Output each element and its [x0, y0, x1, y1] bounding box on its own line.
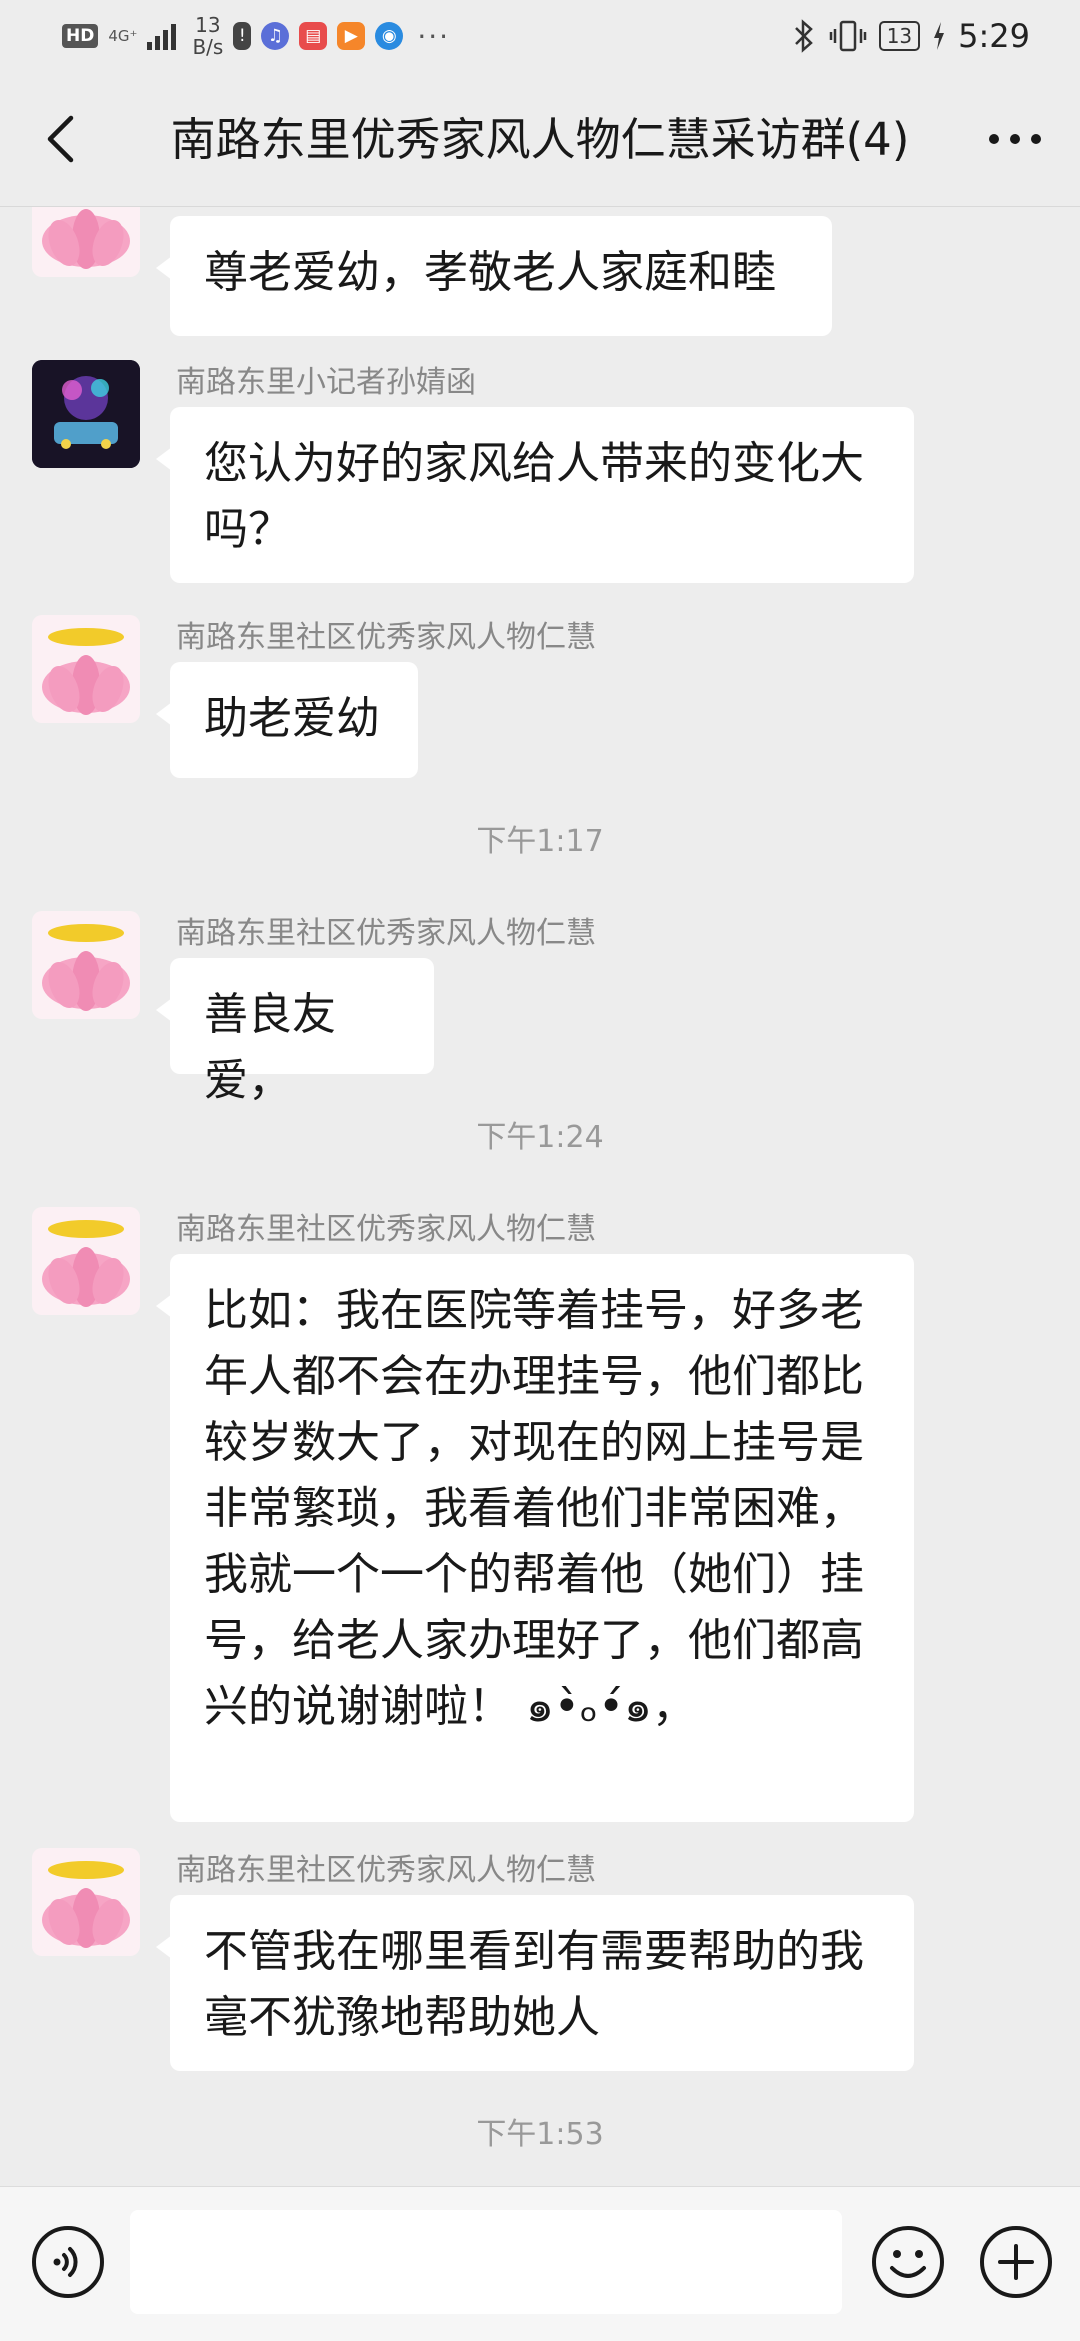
avatar[interactable] [32, 207, 140, 277]
avatar[interactable] [32, 1848, 140, 1956]
lotus-avatar-icon [32, 207, 140, 277]
smiley-icon [872, 2226, 944, 2298]
timestamp: 下午1:53 [476, 2117, 604, 2152]
sender-name: 南路东里社区优秀家风人物仁慧 [176, 916, 596, 951]
lotus-avatar-icon [32, 615, 140, 723]
bluetooth-icon [794, 19, 813, 53]
sender-name: 南路东里小记者孙婧函 [176, 365, 476, 400]
sender-name: 南路东里社区优秀家风人物仁慧 [176, 1853, 596, 1888]
message-bubble[interactable]: 尊老爱幼，孝敬老人家庭和睦 [156, 216, 832, 336]
book-app-icon: ▤ [299, 22, 328, 50]
timestamp: 下午1:17 [476, 824, 604, 859]
battery-icon: 13 [878, 21, 921, 51]
more-options-button[interactable] [980, 107, 1050, 171]
avatar[interactable] [32, 615, 140, 723]
vibrate-icon [829, 20, 866, 52]
add-attachment-button[interactable] [978, 2224, 1054, 2300]
avatar[interactable] [32, 360, 140, 468]
message-bubble[interactable]: 不管我在哪里看到有需要帮助的我毫不犹豫地帮助她人 [156, 1895, 914, 2071]
lotus-avatar-icon [32, 1207, 140, 1315]
sender-name: 南路东里社区优秀家风人物仁慧 [176, 1212, 596, 1247]
sim-alert-icon: ! [233, 22, 252, 50]
night-scene-avatar-icon [32, 360, 140, 468]
emoji-button[interactable] [870, 2224, 946, 2300]
signal-icon [147, 22, 177, 50]
avatar[interactable] [32, 911, 140, 1019]
network-type: 4G⁺ [108, 26, 138, 45]
status-bar: HD 4G⁺ 13 B/s ! ♫ ▤ ▶ ◉ ··· 13 5:29 [0, 0, 1080, 72]
timestamp: 下午1:24 [476, 1120, 604, 1155]
plus-icon [980, 2226, 1052, 2298]
lotus-avatar-icon [32, 911, 140, 1019]
lotus-avatar-icon [32, 1848, 140, 1956]
message-bubble[interactable]: 助老爱幼 [156, 662, 418, 778]
message-list[interactable]: 尊老爱幼，孝敬老人家庭和睦 南路东里小记者孙婧函 您认为好的家风给人带来的变化大… [0, 207, 1080, 2185]
message-bubble[interactable]: 比如：我在医院等着挂号，好多老年人都不会在办理挂号，他们都比较岁数大了，对现在的… [156, 1254, 914, 1822]
browser-app-icon: ◉ [375, 22, 404, 50]
chat-title: 南路东里优秀家风人物仁慧采访群(4) [170, 113, 910, 166]
message-bubble[interactable]: 您认为好的家风给人带来的变化大吗？ [156, 407, 914, 583]
network-speed: 13 B/s [192, 13, 224, 59]
hd-badge: HD [62, 24, 99, 48]
voice-button[interactable] [30, 2224, 106, 2300]
message-input[interactable] [130, 2210, 842, 2314]
music-app-icon: ♫ [261, 22, 290, 50]
more-notifications-icon: ··· [417, 19, 451, 53]
input-bar [0, 2186, 1080, 2341]
avatar[interactable] [32, 1207, 140, 1315]
charging-icon [934, 22, 945, 50]
clock: 5:29 [958, 17, 1030, 55]
chat-header: 南路东里优秀家风人物仁慧采访群(4) [0, 72, 1080, 207]
voice-icon [32, 2226, 104, 2298]
more-icon [989, 134, 1041, 144]
message-bubble[interactable]: 善良友爱， [156, 958, 434, 1106]
sender-name: 南路东里社区优秀家风人物仁慧 [176, 620, 596, 655]
video-app-icon: ▶ [337, 22, 366, 50]
